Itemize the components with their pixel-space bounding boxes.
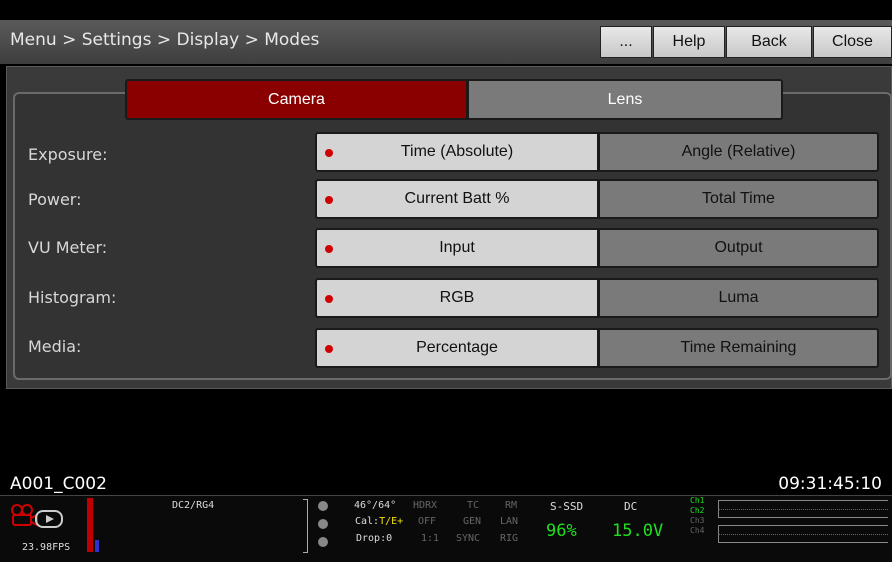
option-label: RGB (439, 289, 475, 306)
audio-meter-divider (718, 509, 888, 510)
tab-camera[interactable]: Camera (125, 79, 468, 120)
back-button[interactable]: Back (726, 26, 812, 58)
power-option-total-time[interactable]: Total Time (598, 179, 879, 219)
gen-label: GEN (463, 516, 482, 527)
media-option-percentage[interactable]: Percentage (315, 328, 599, 368)
vu-meter-option-output[interactable]: Output (598, 228, 879, 268)
timecode: 09:31:45:10 (778, 474, 882, 494)
clip-name: A001_C002 (10, 474, 107, 494)
cal-value: T/E+ (379, 516, 404, 527)
playback-icon[interactable] (35, 510, 63, 528)
channel-1-label: Ch1 (690, 496, 705, 505)
selected-indicator-icon (325, 196, 333, 204)
option-label: Output (714, 239, 763, 256)
selected-indicator-icon (325, 345, 333, 353)
help-button[interactable]: Help (653, 26, 725, 58)
selected-indicator-icon (325, 149, 333, 157)
ratio-value: 1:1 (421, 533, 440, 544)
audio-level-meter-blue (95, 540, 99, 552)
breadcrumb: Menu > Settings > Display > Modes (10, 30, 320, 50)
calibration-status: Cal:T/E+ (355, 516, 403, 527)
status-dot-icon (318, 519, 328, 529)
histogram-option-rgb[interactable]: RGB (315, 278, 599, 318)
media-label: Media: (28, 337, 82, 356)
exposure-option-angle-relative[interactable]: Angle (Relative) (598, 132, 879, 172)
hdrx-value: OFF (418, 516, 437, 527)
media-remaining: 96% (546, 521, 577, 541)
drop-frames: Drop:0 (356, 533, 393, 544)
lan-label: LAN (500, 516, 519, 527)
power-label: Power: (28, 190, 82, 209)
audio-level-meter (87, 498, 93, 552)
hdrx-label: HDRX (413, 500, 438, 511)
media-option-time-remaining[interactable]: Time Remaining (598, 328, 879, 368)
option-label: Time (Absolute) (400, 143, 514, 160)
vu-meter-option-input[interactable]: Input (315, 228, 599, 268)
option-label: Time Remaining (680, 339, 797, 356)
more-button[interactable]: ... (600, 26, 652, 58)
selected-indicator-icon (325, 295, 333, 303)
power-option-current-batt[interactable]: Current Batt % (315, 179, 599, 219)
option-label: Luma (718, 289, 759, 306)
option-label: Total Time (702, 190, 775, 207)
sensor-temp: 46°/64° (354, 500, 397, 511)
audio-meter-divider (718, 534, 888, 535)
media-type: S-SSD (550, 500, 584, 513)
rig-label: RIG (500, 533, 519, 544)
close-button[interactable]: Close (813, 26, 892, 58)
option-label: Percentage (416, 339, 498, 356)
option-label: Input (439, 239, 475, 256)
histogram-option-luma[interactable]: Luma (598, 278, 879, 318)
fps-readout: 23.98FPS (22, 542, 71, 553)
selected-indicator-icon (325, 245, 333, 253)
power-voltage: 15.0V (612, 521, 664, 541)
exposure-label: Exposure: (28, 145, 108, 164)
channel-4-label: Ch4 (690, 526, 705, 535)
tc-label: TC (467, 500, 480, 511)
cal-prefix: Cal: (355, 516, 380, 527)
tab-lens[interactable]: Lens (467, 79, 783, 120)
status-divider (303, 499, 308, 553)
channel-3-label: Ch3 (690, 516, 705, 525)
look-label: DC2/RG4 (172, 500, 215, 511)
histogram-label: Histogram: (28, 288, 117, 307)
vu-meter-label: VU Meter: (28, 238, 108, 257)
sync-label: SYNC (456, 533, 481, 544)
status-dot-icon (318, 537, 328, 547)
option-label: Current Batt % (404, 190, 510, 207)
rm-label: RM (505, 500, 518, 511)
option-label: Angle (Relative) (681, 143, 796, 160)
channel-2-label: Ch2 (690, 506, 705, 515)
status-dot-icon (318, 501, 328, 511)
power-source: DC (624, 500, 638, 513)
exposure-option-time-absolute[interactable]: Time (Absolute) (315, 132, 599, 172)
